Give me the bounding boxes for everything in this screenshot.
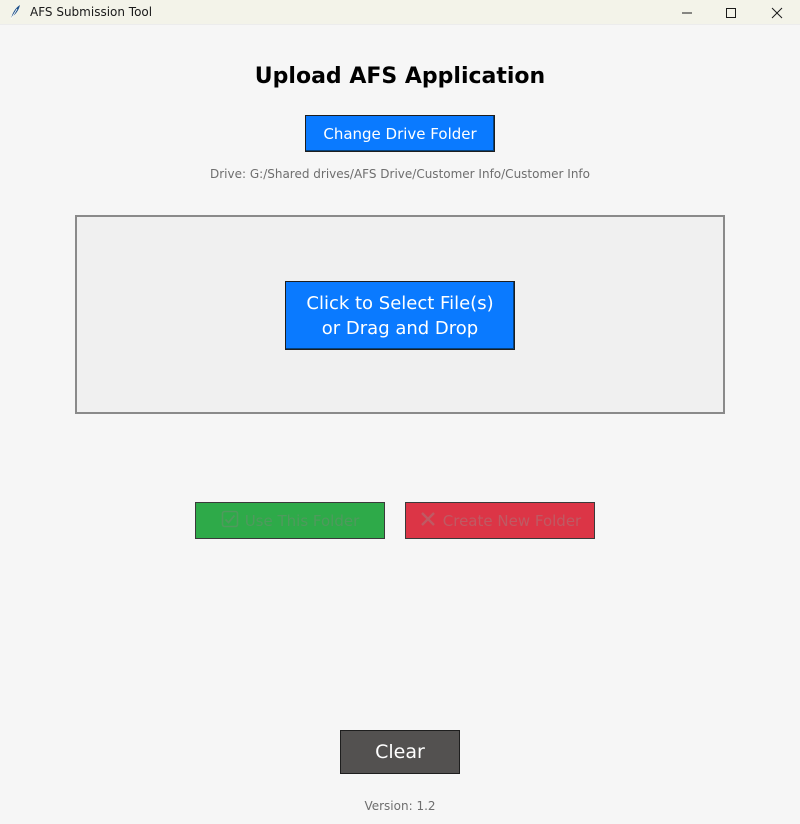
close-icon	[771, 7, 783, 18]
feather-icon	[8, 4, 22, 20]
drive-path-label: Drive: G:/Shared drives/AFS Drive/Custom…	[210, 167, 590, 181]
create-new-folder-button[interactable]: Create New Folder	[405, 502, 595, 539]
use-this-folder-button[interactable]: Use This Folder	[195, 502, 385, 539]
x-icon	[419, 510, 437, 532]
page-title: Upload AFS Application	[254, 64, 546, 89]
use-this-folder-label: Use This Folder	[244, 511, 360, 530]
maximize-button[interactable]	[708, 0, 754, 25]
window-title: AFS Submission Tool	[30, 5, 153, 19]
create-new-folder-label: Create New Folder	[442, 511, 582, 530]
maximize-icon	[726, 7, 736, 18]
checkbox-icon	[221, 510, 239, 532]
minimize-button[interactable]	[664, 0, 710, 25]
select-files-line2: or Drag and Drop	[321, 317, 479, 339]
minimize-icon	[682, 12, 692, 13]
app-window: AFS Submission Tool Upload AFS Applicati…	[0, 0, 800, 824]
select-files-line1: Click to Select File(s)	[306, 292, 494, 314]
select-files-button[interactable]: Click to Select File(s) or Drag and Drop	[285, 281, 515, 350]
close-button[interactable]	[754, 0, 800, 25]
version-label: Version: 1.2	[364, 799, 436, 813]
title-bar: AFS Submission Tool	[0, 0, 800, 25]
change-drive-folder-button[interactable]: Change Drive Folder	[305, 115, 495, 152]
clear-button[interactable]: Clear	[340, 730, 460, 774]
